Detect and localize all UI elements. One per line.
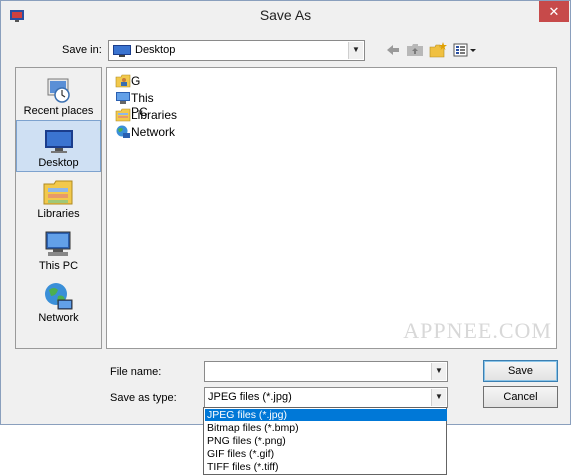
type-option[interactable]: GIF files (*.gif) [205, 448, 447, 460]
back-arrow-icon[interactable] [385, 41, 401, 59]
save-in-label: Save in: [62, 44, 102, 56]
save-as-dialog: Save As ✕ Save in: Desktop ▼ Recent plac… [0, 0, 571, 425]
type-option[interactable]: TIFF files (*.tiff) [205, 461, 447, 473]
place-network[interactable]: Network [16, 276, 101, 328]
up-folder-icon[interactable] [406, 41, 424, 59]
save-in-value: Desktop [135, 44, 176, 56]
new-folder-icon[interactable] [429, 41, 447, 59]
type-option[interactable]: PNG files (*.png) [205, 435, 447, 447]
cancel-button[interactable]: Cancel [483, 386, 558, 408]
save-as-type-select[interactable]: JPEG files (*.jpg) ▼ [204, 387, 448, 408]
watermark: APPNEE.COM [403, 318, 552, 343]
place-label: Recent places [23, 105, 94, 117]
chevron-down-icon[interactable]: ▼ [431, 389, 446, 406]
desktop-icon [45, 130, 73, 153]
this-pc-icon [116, 92, 130, 104]
save-as-type-dropdown: JPEG files (*.jpg) Bitmap files (*.bmp) … [203, 407, 447, 475]
file-name-field[interactable]: ▼ [204, 361, 448, 382]
title-bar[interactable]: Save As ✕ [1, 1, 570, 31]
recent-places-icon [47, 78, 70, 103]
place-label: This PC [38, 260, 79, 272]
save-as-type-label: Save as type: [110, 392, 177, 404]
file-label: G [131, 74, 141, 88]
save-button[interactable]: Save [483, 360, 558, 382]
file-list[interactable]: G This PC Libraries Network APPNEE.COM [106, 67, 557, 349]
close-button[interactable]: ✕ [539, 1, 569, 22]
view-menu-icon[interactable] [453, 41, 477, 59]
file-label: Libraries [131, 108, 178, 122]
network-icon [45, 283, 73, 310]
place-recent-places[interactable]: Recent places [16, 69, 101, 121]
place-label: Network [38, 312, 79, 324]
chevron-down-icon[interactable]: ▼ [348, 42, 363, 59]
place-label: Desktop [38, 157, 79, 169]
chevron-down-icon[interactable]: ▼ [431, 363, 446, 380]
type-option[interactable]: Bitmap files (*.bmp) [205, 422, 447, 434]
place-libraries[interactable]: Libraries [16, 172, 101, 224]
save-in-combo[interactable]: Desktop ▼ [108, 40, 365, 61]
network-icon [116, 125, 130, 138]
place-this-pc[interactable]: This PC [16, 224, 101, 276]
window-title: Save As [259, 7, 312, 23]
libraries-icon [43, 180, 73, 205]
file-name-label: File name: [110, 366, 162, 378]
libraries-icon [115, 108, 131, 122]
place-desktop[interactable]: Desktop [16, 120, 101, 172]
save-as-type-value: JPEG files (*.jpg) [208, 391, 292, 403]
desktop-small-icon [113, 45, 131, 57]
place-label: Libraries [37, 208, 80, 220]
this-pc-icon [45, 231, 71, 256]
places-bar: Recent places Desktop Libraries This PC … [15, 67, 102, 349]
file-label: Network [131, 125, 176, 139]
type-option[interactable]: JPEG files (*.jpg) [205, 409, 447, 421]
user-folder-icon [115, 74, 131, 88]
